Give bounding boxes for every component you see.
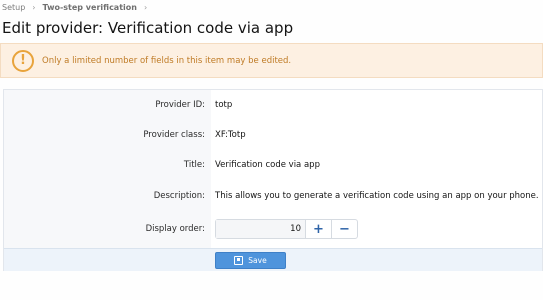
provider-class-label: Provider class: — [143, 130, 205, 140]
title-label: Title: — [183, 160, 205, 170]
display-order-input[interactable]: 10 — [216, 220, 305, 238]
row-provider-class: Provider class: XF:Totp — [4, 125, 543, 145]
breadcrumb-item-two-step-verification[interactable]: Two-step verification — [43, 3, 137, 12]
edit-provider-form: Provider ID: totp Provider class: XF:Tot… — [3, 89, 543, 271]
breadcrumb: Setup › Two-step verification › — [2, 3, 154, 12]
provider-class-value: XF:Totp — [215, 130, 246, 140]
increment-button[interactable]: + — [305, 220, 331, 238]
breadcrumb-separator: › — [32, 3, 36, 12]
notice-text: Only a limited number of fields in this … — [42, 55, 292, 66]
row-description: Description: This allows you to generate… — [4, 186, 543, 206]
display-order-stepper: 10 + − — [215, 219, 358, 239]
save-button[interactable]: Save — [215, 252, 286, 269]
decrement-button[interactable]: − — [331, 220, 357, 238]
provider-id-value: totp — [215, 100, 233, 110]
title-value: Verification code via app — [215, 160, 320, 170]
save-button-label: Save — [248, 256, 267, 265]
breadcrumb-separator: › — [143, 3, 148, 12]
display-order-label: Display order: — [145, 224, 205, 234]
submit-bar: Save — [4, 248, 542, 271]
provider-id-label: Provider ID: — [155, 100, 205, 110]
description-label: Description: — [153, 191, 205, 201]
exclamation-circle-icon: ! — [12, 49, 34, 72]
row-title: Title: Verification code via app — [4, 155, 543, 175]
page-title: Edit provider: Verification code via app — [2, 19, 294, 37]
row-provider-id: Provider ID: totp — [4, 95, 543, 115]
notice-banner: ! Only a limited number of fields in thi… — [0, 43, 543, 78]
breadcrumb-item-setup[interactable]: Setup — [2, 3, 25, 12]
save-icon — [234, 256, 244, 265]
description-value: This allows you to generate a verificati… — [215, 191, 539, 201]
